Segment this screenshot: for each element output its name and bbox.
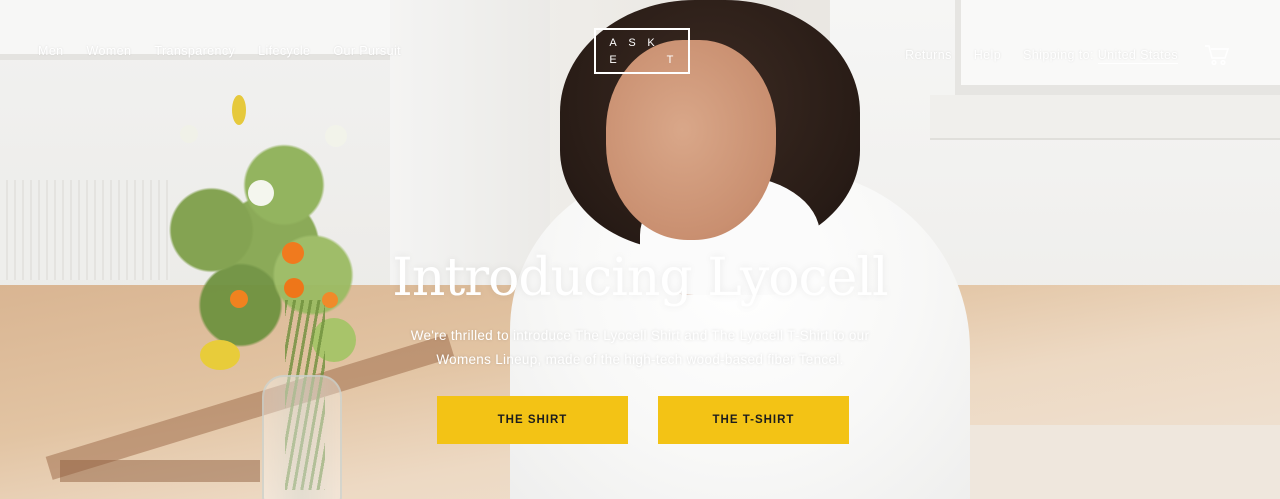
main-nav: Men Women Transparency Lifecycle Our Pur…: [38, 44, 401, 58]
flower-white: [180, 125, 198, 143]
background-floor-inlay-2: [60, 460, 260, 482]
logo-letter: T: [666, 53, 675, 66]
hero-subtitle-line-1: We're thrilled to introduce The Lyocell …: [410, 328, 870, 343]
flower-yellow: [200, 340, 240, 370]
help-link[interactable]: Help: [974, 48, 1001, 62]
the-t-shirt-button[interactable]: THE T-SHIRT: [658, 396, 849, 444]
shipping-country[interactable]: United States: [1097, 48, 1178, 64]
ask-logo[interactable]: A S K E T: [594, 28, 690, 74]
logo-letter: [661, 34, 680, 51]
hero-subtitle-line-2: Womens Lineup, made of the high-tech woo…: [436, 352, 844, 367]
the-shirt-button[interactable]: THE SHIRT: [437, 396, 628, 444]
hero-banner: Men Women Transparency Lifecycle Our Pur…: [0, 0, 1280, 499]
nav-link-women[interactable]: Women: [87, 44, 132, 58]
nav-link-our-pursuit[interactable]: Our Pursuit: [333, 44, 401, 58]
shopping-cart-icon[interactable]: [1204, 44, 1230, 66]
returns-link[interactable]: Returns: [905, 48, 952, 62]
nav-link-men[interactable]: Men: [38, 44, 64, 58]
background-window-sill: [930, 95, 1280, 140]
logo-letter: E: [609, 53, 618, 66]
utility-nav: Returns Help Shipping to: United States: [905, 44, 1230, 66]
logo-letter: A: [609, 36, 618, 49]
flower-yellow: [232, 95, 246, 125]
flower-white: [325, 125, 347, 147]
hero-subtitle: We're thrilled to introduce The Lyocell …: [340, 324, 940, 372]
logo-letter: [642, 51, 661, 68]
flower-white: [248, 180, 274, 206]
hero-title: Introducing Lyocell: [392, 248, 888, 308]
background-table: [960, 425, 1280, 499]
logo-letter: [623, 51, 642, 68]
shipping-selector[interactable]: Shipping to: United States: [1023, 48, 1178, 64]
shipping-label: Shipping to:: [1023, 48, 1094, 62]
nav-link-lifecycle[interactable]: Lifecycle: [258, 44, 310, 58]
logo-letter: K: [647, 36, 656, 49]
nav-link-transparency[interactable]: Transparency: [154, 44, 235, 58]
logo-letter: S: [628, 36, 637, 49]
glass-vase: [262, 375, 342, 499]
